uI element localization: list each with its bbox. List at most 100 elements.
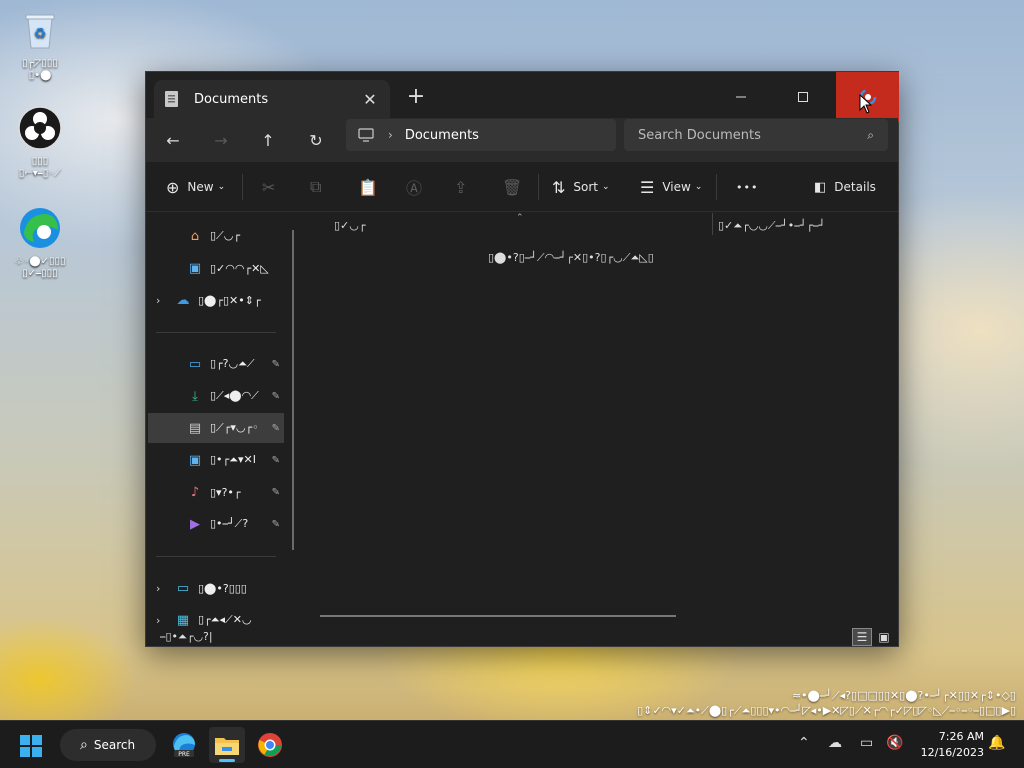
address-bar[interactable]: › Documents xyxy=(346,119,616,151)
copy-button[interactable]: ⧉ xyxy=(310,172,329,202)
nav-item-label: ▯▾?•┌ xyxy=(210,485,241,499)
nav-item-onedrive[interactable]: › ☁ ▯⬤┌▯✕•⇕┌ xyxy=(148,285,284,315)
desktop-icon-obs[interactable]: ▯▯▯ ▯⌐▾⎯▯◦⟋ xyxy=(4,106,76,180)
maximize-icon xyxy=(798,92,808,102)
nav-item-music[interactable]: ♪ ▯▾?•┌ ✎ xyxy=(148,477,284,507)
pin-icon[interactable]: ✎ xyxy=(272,391,280,402)
desktop-icon-recycle-bin[interactable]: ♻ ▯┌◸▯▯▯ ▯•⬤ xyxy=(4,8,76,82)
search-icon: ⌕ xyxy=(80,737,88,753)
sort-label: Sort xyxy=(573,180,599,194)
expand-chevron-icon[interactable]: › xyxy=(156,294,168,307)
nav-divider xyxy=(156,556,276,557)
nav-item-pictures[interactable]: ▣ ▯•┌⏶▾✕I ✎ xyxy=(148,445,284,475)
maximize-button[interactable] xyxy=(772,72,834,122)
status-bar: ⎯▯•⏶┌◡?| ☰ ▣ xyxy=(146,628,898,648)
rename-button[interactable]: Ⓐ xyxy=(406,172,430,202)
activation-watermark: ≈•⬤⎯┘⟋◂?▯□□▯▯✕▯⬤?•⎯┘┌✕▯▯✕┌⇕•◇▯ ▯⇕✓◠▾✓⏶•⟋… xyxy=(366,688,1016,718)
windows-start-icon[interactable] xyxy=(20,735,42,757)
nav-item-documents[interactable]: ▤ ▯⟋┌▾◡┌◦ ✎ xyxy=(148,413,284,443)
more-options-button[interactable]: ••• xyxy=(736,172,758,202)
pin-icon[interactable]: ✎ xyxy=(272,519,280,530)
cut-button[interactable]: ✂ xyxy=(262,172,283,202)
nav-item-label: ▯•┌⏶▾✕I xyxy=(210,453,256,466)
tiles-view-toggle[interactable]: ▣ xyxy=(874,628,894,646)
search-input[interactable] xyxy=(638,127,868,143)
breadcrumb-documents[interactable]: Documents xyxy=(405,128,479,143)
notification-bell-icon[interactable]: 🔔 xyxy=(988,735,1005,751)
cloud-icon: ☁ xyxy=(176,292,190,308)
nav-item-home[interactable]: ⌂ ▯⟋◡┌ xyxy=(148,221,284,251)
desktop-icon-label: ▯┌◸▯▯▯ ▯•⬤ xyxy=(22,58,58,81)
new-tab-button[interactable]: + xyxy=(404,84,428,109)
download-icon: ⤓ xyxy=(192,388,198,404)
onedrive-offline-icon[interactable]: ☁ xyxy=(828,735,842,751)
desktop-folder-icon: ▭ xyxy=(188,356,202,372)
rename-icon: Ⓐ xyxy=(406,179,423,198)
delete-button[interactable]: 🗑 xyxy=(502,172,530,202)
item-count: ⎯▯•⏶┌◡?| xyxy=(160,630,213,643)
minimize-button[interactable] xyxy=(710,72,772,122)
taskbar-search-button[interactable]: ⌕ Search xyxy=(60,729,156,761)
refresh-button[interactable]: ↻ xyxy=(301,126,331,154)
share-button[interactable]: ⇪ xyxy=(454,172,475,202)
sort-arrow-icon: ⌃ xyxy=(516,213,524,223)
view-button[interactable]: ☰ View ⌄ xyxy=(640,172,702,202)
arrow-up-icon: ↑ xyxy=(261,130,275,150)
navigation-pane: ⌂ ▯⟋◡┌ ▣ ▯✓◠◠┌✕◺ › ☁ ▯⬤┌▯✕•⇕┌ ▭ ▯┌?◡⏶⟋ ✎… xyxy=(146,213,296,633)
tab-documents[interactable]: Documents ✕ xyxy=(154,80,390,118)
scissors-icon: ✂ xyxy=(262,177,276,197)
taskbar-file-explorer[interactable] xyxy=(209,727,245,763)
pin-icon[interactable]: ✎ xyxy=(272,487,280,498)
network-icon[interactable]: ▭ xyxy=(860,735,873,751)
forward-button[interactable]: → xyxy=(206,126,236,154)
chevron-right-icon[interactable]: › xyxy=(388,128,393,142)
system-clock[interactable]: 7:26 AM 12/16/2023 xyxy=(914,729,984,761)
file-explorer-window: Documents ✕ + ← → ↑ ↻ › Documents Search… xyxy=(145,71,899,647)
sort-button[interactable]: ⇅ Sort ⌄ xyxy=(552,172,610,202)
column-divider[interactable] xyxy=(712,213,713,235)
pin-icon[interactable]: ✎ xyxy=(272,455,280,466)
clock-date: 12/16/2023 xyxy=(920,746,984,759)
up-button[interactable]: ↑ xyxy=(253,126,283,154)
back-button[interactable]: ← xyxy=(158,126,188,154)
details-button[interactable]: ◧ Details xyxy=(814,172,876,202)
copy-icon: ⧉ xyxy=(310,177,322,196)
nav-pane-scrollbar[interactable] xyxy=(292,230,294,550)
nav-item-label: ▯•⎯┘⟋? xyxy=(210,517,249,530)
pin-icon[interactable]: ✎ xyxy=(272,423,280,434)
nav-item-this-pc[interactable]: › ▭ ▯⬤•?▯▯▯ xyxy=(148,573,284,603)
recycle-bin-icon: ♻ xyxy=(18,8,62,52)
nav-item-videos[interactable]: ▶ ▯•⎯┘⟋? ✎ xyxy=(148,509,284,539)
nav-item-desktop[interactable]: ▭ ▯┌?◡⏶⟋ ✎ xyxy=(148,349,284,379)
show-hidden-icons-chevron-icon[interactable]: ⌃ xyxy=(798,735,810,751)
search-box[interactable]: ⌕ xyxy=(624,119,888,151)
edge-beta-icon: PRE xyxy=(173,733,195,758)
share-icon: ⇪ xyxy=(454,177,468,197)
speaker-muted-icon[interactable]: 🔇 xyxy=(886,735,903,751)
column-header-date-modified[interactable]: ▯✓⏶┌◡◡⟋⎯┘•⎯┘┌⎯┘ xyxy=(718,219,825,233)
minimize-icon xyxy=(736,96,746,98)
svg-text:♻: ♻ xyxy=(34,26,47,42)
details-pane-icon: ◧ xyxy=(814,179,827,195)
watermark-line-1: ≈•⬤⎯┘⟋◂?▯□□▯▯✕▯⬤?•⎯┘┌✕▯▯✕┌⇕•◇▯ xyxy=(791,689,1016,702)
pin-icon[interactable]: ✎ xyxy=(272,359,280,370)
column-header-name[interactable]: ▯✓◡┌ xyxy=(334,219,366,232)
taskbar-edge-beta[interactable]: PRE xyxy=(166,727,202,763)
nav-item-gallery[interactable]: ▣ ▯✓◠◠┌✕◺ xyxy=(148,253,284,283)
active-indicator xyxy=(219,759,235,762)
file-list: ▯✓◡┌ ⌃ ▯✓⏶┌◡◡⟋⎯┘•⎯┘┌⎯┘ ▯⬤•?▯⎯┘⟋◠⎯┘┌✕▯•?▯… xyxy=(298,213,898,633)
expand-chevron-icon[interactable]: › xyxy=(156,582,168,595)
desktop-icon-edge[interactable]: ♧◦⬤✓▯▯▯ ▯✓⎯▯▯▯ xyxy=(4,206,76,280)
details-label: Details xyxy=(834,180,876,194)
nav-item-downloads[interactable]: ⤓ ▯⟋◂⬤◠⟋ ✎ xyxy=(148,381,284,411)
new-button[interactable]: ⊕ New ⌄ xyxy=(166,172,225,202)
sort-icon: ⇅ xyxy=(552,177,566,197)
close-tab-icon[interactable]: ✕ xyxy=(360,90,380,109)
paste-button[interactable]: 📋 xyxy=(358,172,386,202)
nav-item-label: ▯⟋◡┌ xyxy=(210,229,240,242)
expand-chevron-icon[interactable]: › xyxy=(156,614,168,627)
chevron-down-icon: ⌄ xyxy=(694,182,703,192)
details-view-toggle[interactable]: ☰ xyxy=(852,628,872,646)
horizontal-scrollbar[interactable] xyxy=(320,615,676,617)
taskbar-chrome[interactable] xyxy=(252,727,288,763)
